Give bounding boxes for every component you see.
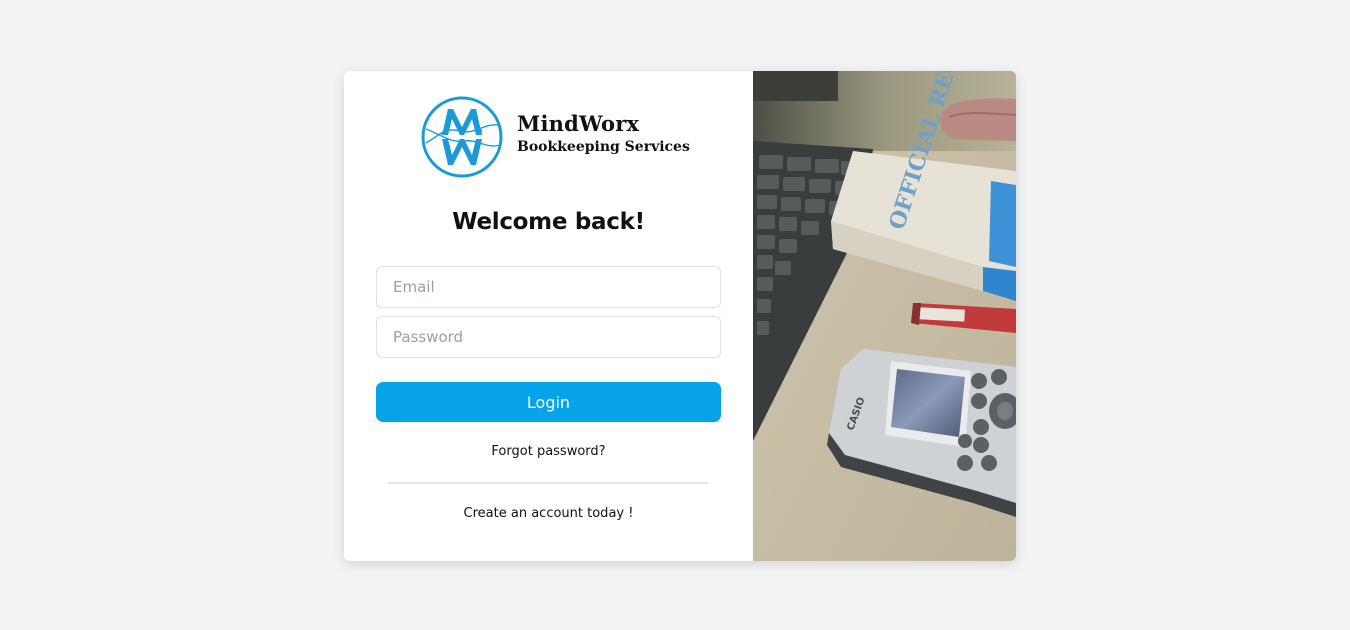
mindworx-logo-icon <box>421 96 503 178</box>
password-field[interactable] <box>376 316 721 358</box>
brand-tagline: Bookkeeping Services <box>517 139 690 155</box>
login-card: MindWorx Bookkeeping Services Welcome ba… <box>344 71 1016 561</box>
divider <box>388 482 708 484</box>
brand-name: MindWorx <box>517 111 640 136</box>
email-field[interactable] <box>376 266 721 308</box>
login-panel: MindWorx Bookkeeping Services Welcome ba… <box>344 71 753 561</box>
company-logo: MindWorx Bookkeeping Services <box>420 95 690 179</box>
page-title: Welcome back! <box>452 209 645 235</box>
create-account-link[interactable]: Create an account today ! <box>344 506 753 521</box>
desk-photo: OFFICIAL RECORD BOOK CASIO <box>753 71 1016 561</box>
login-button[interactable]: Login <box>376 382 721 422</box>
desk-illustration: OFFICIAL RECORD BOOK CASIO <box>753 71 1016 561</box>
forgot-password-link[interactable]: Forgot password? <box>344 444 753 459</box>
